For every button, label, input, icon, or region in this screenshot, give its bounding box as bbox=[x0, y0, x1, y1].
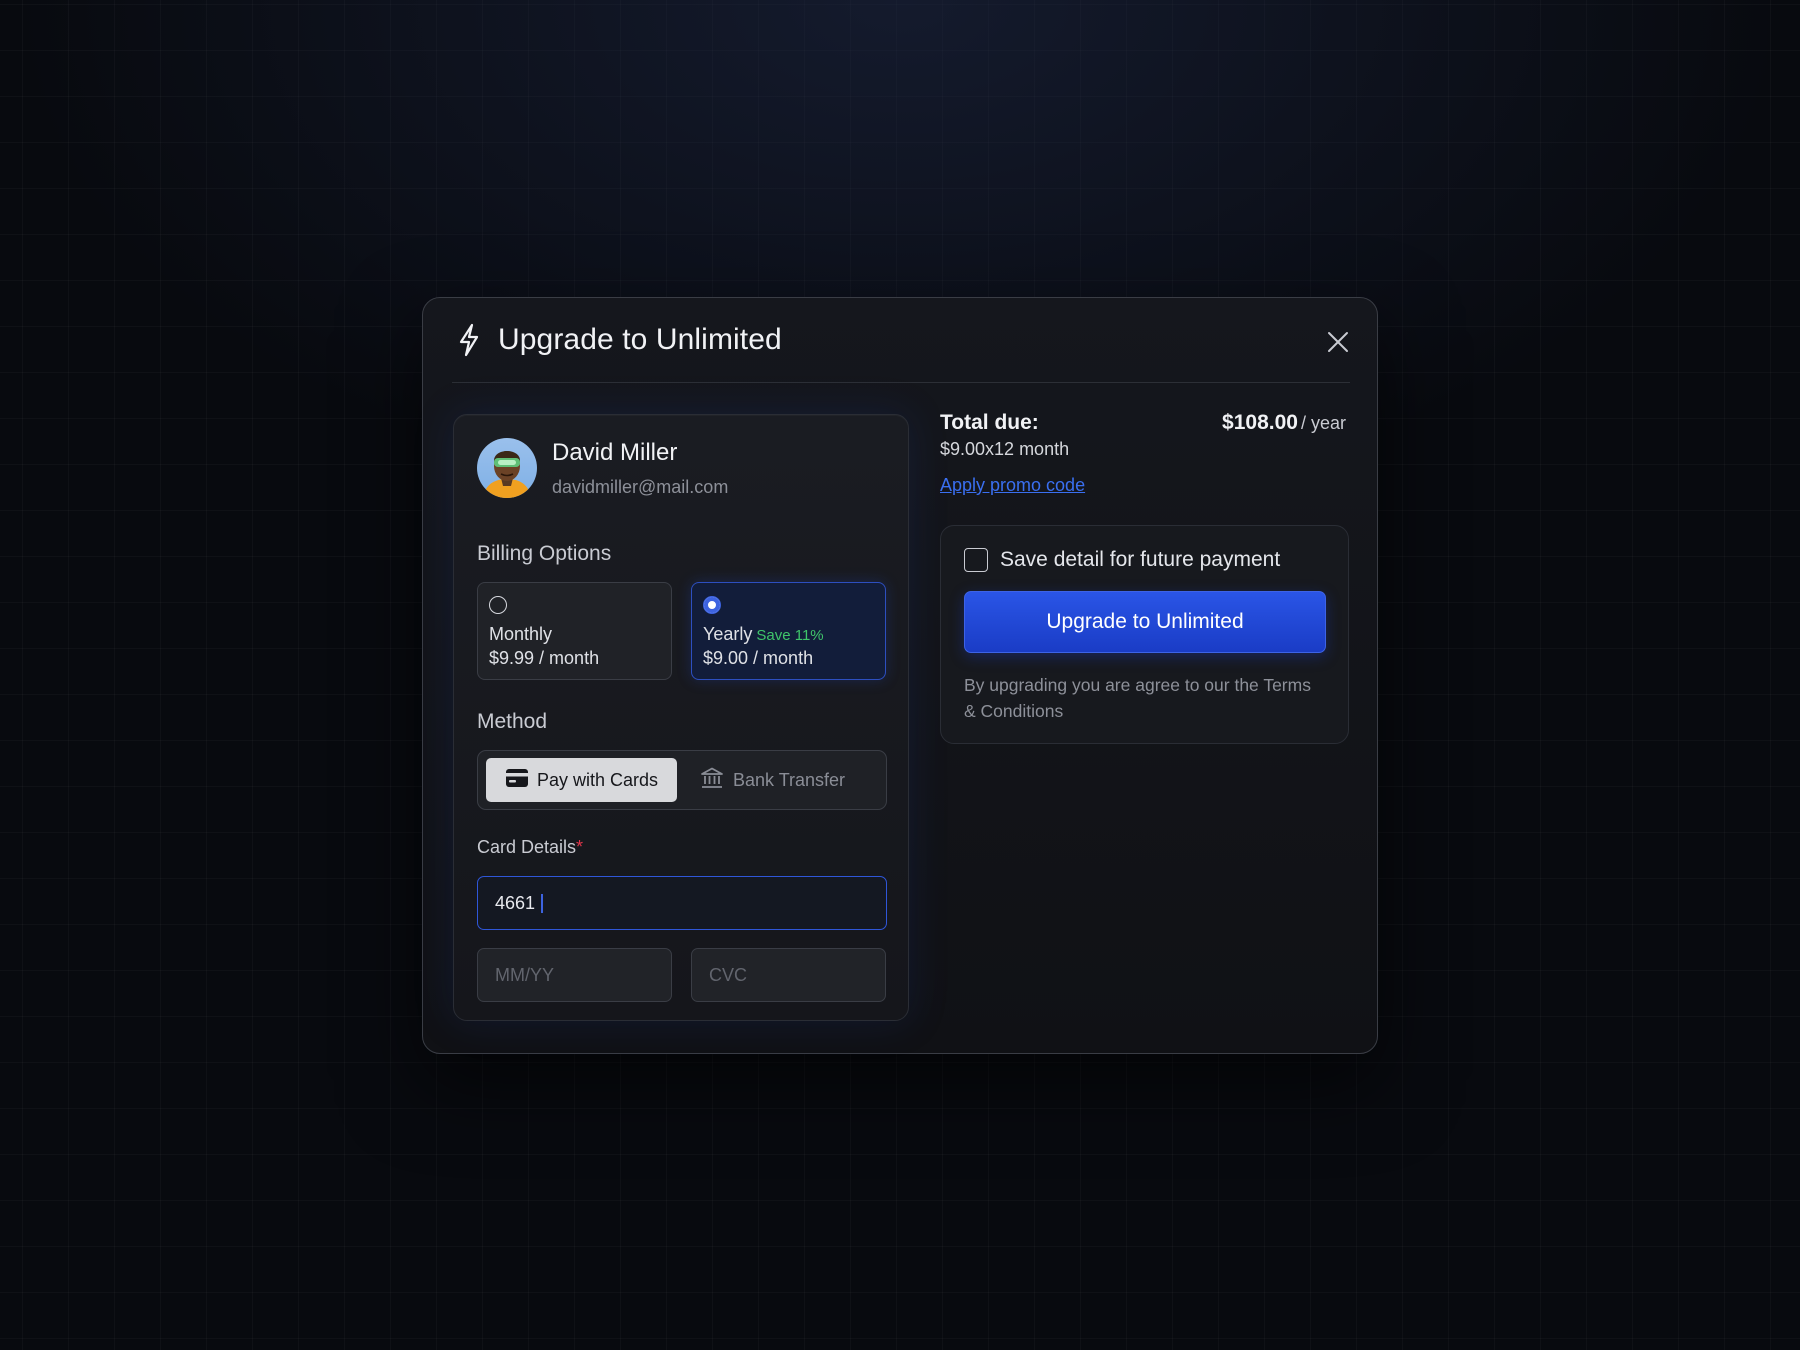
bank-transfer-button[interactable]: Bank Transfer bbox=[698, 758, 868, 802]
expiry-placeholder: MM/YY bbox=[495, 964, 555, 985]
modal-header: Upgrade to Unlimited bbox=[452, 298, 1350, 383]
pay-with-cards-label: Pay with Cards bbox=[537, 769, 659, 790]
billing-options-label: Billing Options bbox=[477, 542, 612, 565]
upgrade-button[interactable]: Upgrade to Unlimited bbox=[964, 591, 1326, 653]
close-icon[interactable] bbox=[1326, 330, 1350, 354]
save-details-label: Save detail for future payment bbox=[1000, 548, 1281, 571]
bank-transfer-label: Bank Transfer bbox=[733, 769, 846, 790]
save-details-checkbox[interactable] bbox=[964, 548, 988, 572]
total-unit: / year bbox=[1300, 413, 1346, 433]
payment-details-card: David Miller davidmiller@mail.com Billin… bbox=[453, 414, 909, 1021]
checkout-card: Save detail for future payment Upgrade t… bbox=[940, 525, 1349, 744]
payment-method-toggle: Pay with Cards Bank Transfer bbox=[477, 750, 887, 810]
card-number-value: 4661 bbox=[495, 892, 536, 913]
yearly-title: Yearly bbox=[703, 624, 753, 644]
card-number-input[interactable]: 4661 bbox=[477, 876, 887, 930]
user-email: davidmiller@mail.com bbox=[552, 477, 729, 497]
yearly-title-row: Yearly Save 11% bbox=[703, 624, 824, 645]
cvc-input[interactable]: CVC bbox=[691, 948, 886, 1002]
save-details-row[interactable]: Save detail for future payment bbox=[964, 548, 1280, 572]
expiry-input[interactable]: MM/YY bbox=[477, 948, 672, 1002]
required-mark: * bbox=[576, 837, 584, 857]
terms-text: By upgrading you are agree to our the Te… bbox=[964, 675, 1311, 721]
method-label: Method bbox=[477, 710, 548, 733]
total-breakdown: $9.00x12 month bbox=[940, 439, 1070, 459]
monthly-radio[interactable] bbox=[489, 596, 507, 614]
billing-option-yearly[interactable]: Yearly Save 11% $9.00 / month bbox=[691, 582, 886, 680]
card-details-label: Card Details* bbox=[477, 837, 584, 857]
yearly-radio[interactable] bbox=[703, 596, 721, 614]
modal-title: Upgrade to Unlimited bbox=[498, 323, 782, 356]
user-name: David Miller bbox=[552, 439, 678, 466]
credit-card-icon bbox=[506, 768, 528, 792]
pay-with-cards-button[interactable]: Pay with Cards bbox=[486, 758, 677, 802]
total-due-label: Total due: bbox=[940, 411, 1039, 434]
total-amount: $108.00/ year bbox=[1222, 411, 1346, 435]
upgrade-modal: Upgrade to Unlimited David Miller davidm… bbox=[422, 297, 1378, 1054]
billing-option-monthly[interactable]: Monthly $9.99 / month bbox=[477, 582, 672, 680]
save-badge: Save 11% bbox=[756, 627, 824, 644]
avatar bbox=[477, 438, 537, 498]
total-amount-value: $108.00 bbox=[1222, 411, 1298, 434]
apply-promo-link[interactable]: Apply promo code bbox=[940, 475, 1085, 496]
monthly-title: Monthly bbox=[489, 624, 553, 644]
monthly-price: $9.99 / month bbox=[489, 648, 600, 668]
text-caret bbox=[541, 893, 543, 913]
cvc-placeholder: CVC bbox=[709, 964, 748, 985]
bolt-icon bbox=[458, 323, 484, 357]
bank-icon bbox=[700, 767, 724, 794]
yearly-price: $9.00 / month bbox=[703, 648, 814, 668]
